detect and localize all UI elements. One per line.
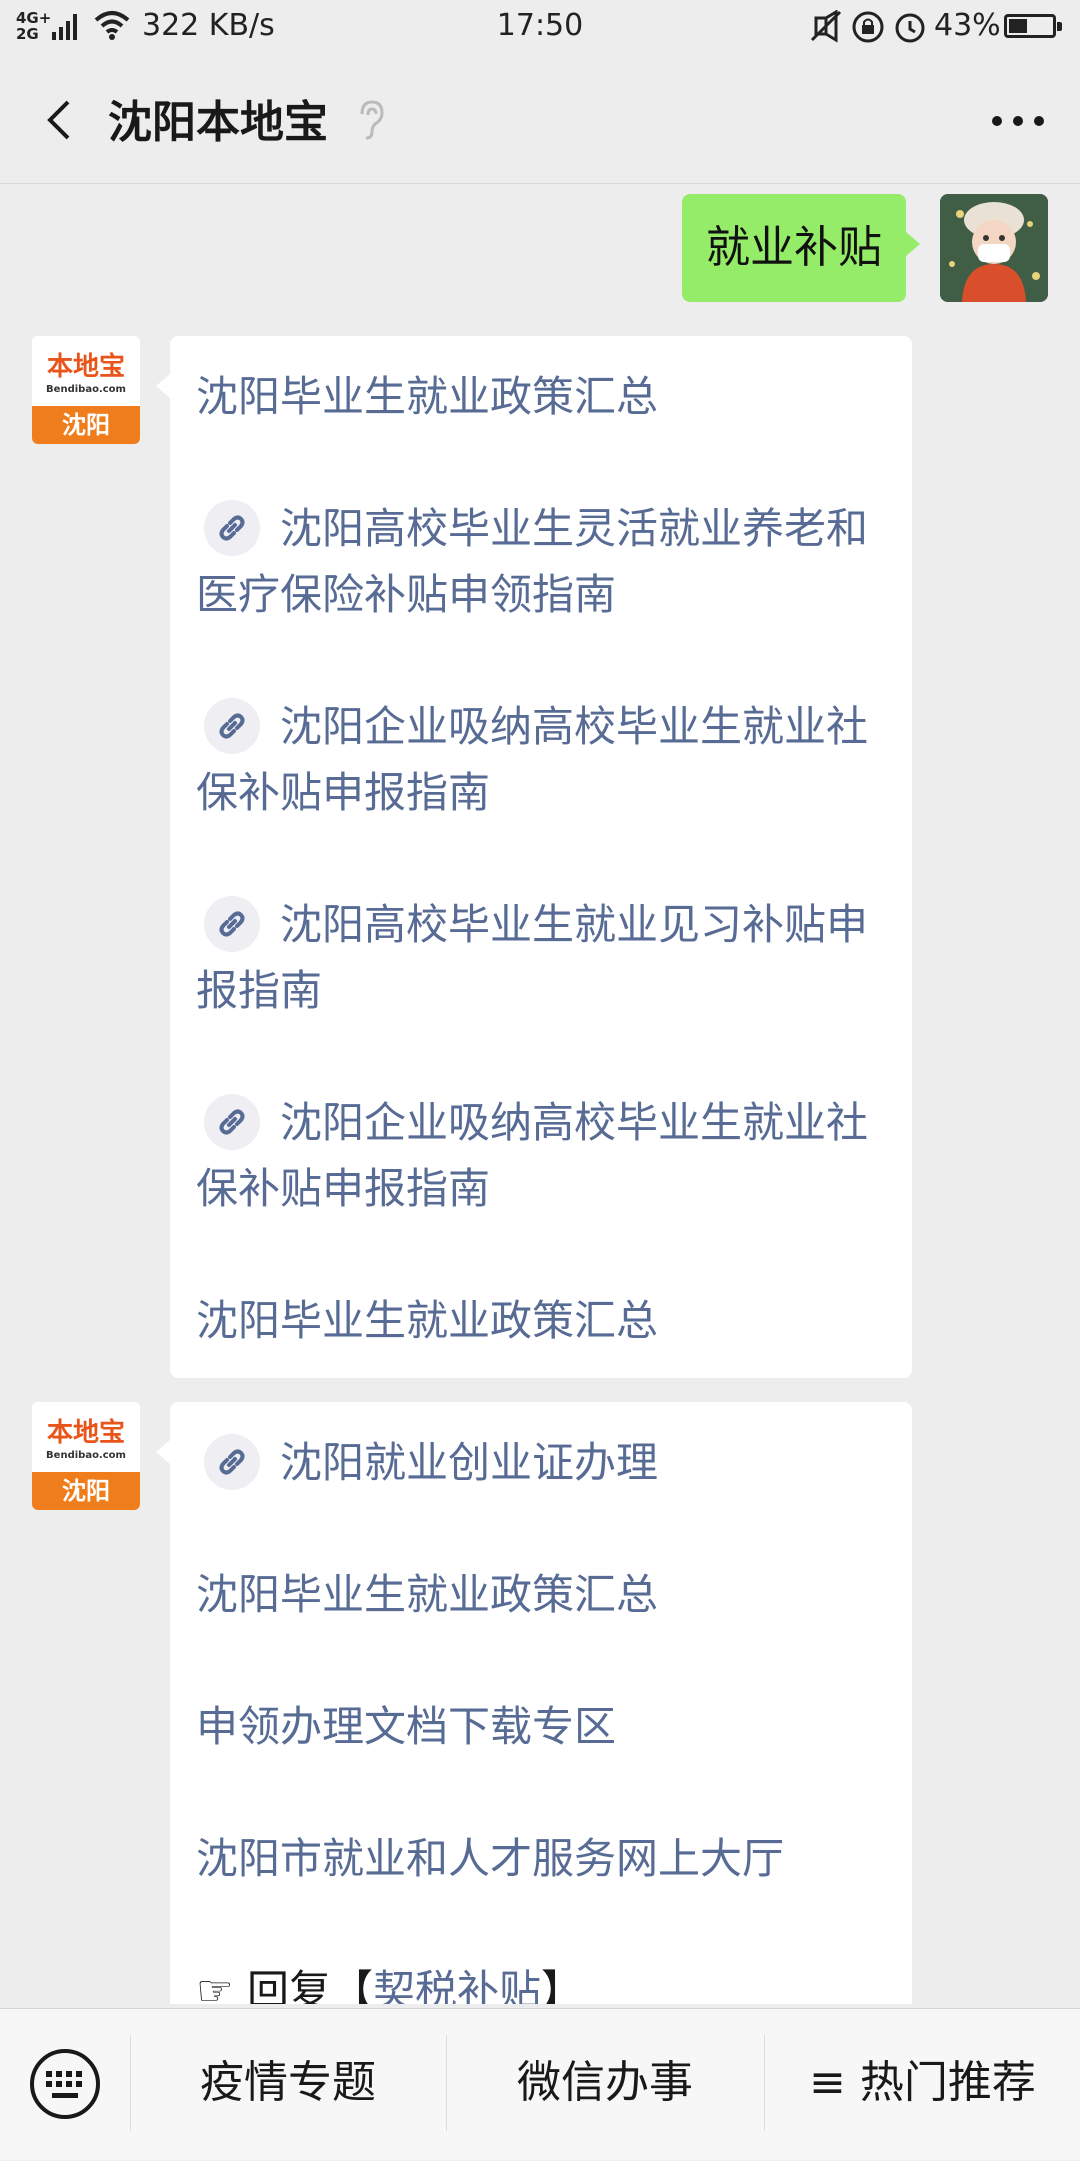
article-link[interactable]: 沈阳毕业生就业政策汇总	[196, 1288, 888, 1354]
mini-program-link[interactable]: 沈阳就业创业证办理	[196, 1430, 888, 1496]
back-arrow-icon[interactable]	[38, 96, 86, 144]
mini-program-link-icon	[204, 895, 260, 952]
page-title: 沈阳本地宝	[108, 97, 328, 148]
avatar-brand-text: 本地宝	[46, 352, 125, 382]
mini-program-link[interactable]: 沈阳企业吸纳高校毕业生就业社保补贴申报指南	[196, 694, 888, 826]
status-bar: 4G+ 2G 322 KB/s 17:50 43%	[0, 0, 1080, 56]
link-svg	[219, 515, 245, 540]
article-link[interactable]: 沈阳市就业和人才服务网上大厅	[196, 1826, 888, 1892]
ear-mode-icon	[360, 100, 384, 140]
mini-program-link-icon	[204, 697, 260, 754]
article-link[interactable]: 沈阳毕业生就业政策汇总	[196, 364, 888, 430]
avatar-brand-text: 本地宝	[46, 1418, 125, 1448]
article-link[interactable]: 沈阳毕业生就业政策汇总	[196, 1562, 888, 1628]
battery-icon	[1004, 14, 1062, 38]
bot-avatar[interactable]: 本地宝 Bendibao.com 沈阳	[32, 1402, 140, 1510]
more-options-button[interactable]	[992, 108, 1044, 132]
status-icons	[810, 10, 925, 43]
link-svg	[219, 713, 245, 738]
menu-hot-recommendations[interactable]: ≡ 热门推荐	[765, 2009, 1080, 2161]
user-avatar-illustration	[940, 194, 1048, 302]
bot-avatar[interactable]: 本地宝 Bendibao.com 沈阳	[32, 336, 140, 444]
link-text: 沈阳企业吸纳高校毕业生就业社保补贴申报指南	[196, 1098, 869, 1213]
mute-icon	[810, 10, 842, 43]
link-text: 沈阳毕业生就业政策汇总	[196, 1570, 659, 1619]
mini-program-link[interactable]: 沈阳高校毕业生就业见习补贴申报指南	[196, 892, 888, 1024]
lock-rotation-icon	[852, 11, 884, 43]
user-avatar[interactable]	[940, 194, 1048, 302]
avatar-city-text: 沈阳	[32, 406, 140, 444]
reply-hint: ☞ 回复【契税补贴】	[196, 1958, 888, 2004]
bot-message-bubble: 沈阳毕业生就业政策汇总 沈阳高校毕业生灵活就业养老和医疗保险补贴申领指南 沈阳企业吸…	[156, 336, 912, 1378]
article-link[interactable]: 申领办理文档下载专区	[196, 1694, 888, 1760]
mini-program-link-icon	[204, 499, 260, 556]
bot-message-bubble: 沈阳就业创业证办理沈阳毕业生就业政策汇总 申领办理文档下载专区沈阳市就业和人才服务…	[156, 1402, 912, 2004]
battery-percent: 43%	[934, 8, 1001, 43]
menu-epidemic-topic[interactable]: 疫情专题	[131, 2009, 445, 2161]
link-text: 沈阳高校毕业生灵活就业养老和医疗保险补贴申领指南	[196, 504, 869, 619]
chat-header: 沈阳本地宝	[0, 56, 1080, 184]
link-text: 申领办理文档下载专区	[196, 1702, 617, 1751]
avatar-city-text: 沈阳	[32, 1472, 140, 1510]
link-svg	[219, 1449, 245, 1474]
mini-program-link[interactable]: 沈阳企业吸纳高校毕业生就业社保补贴申报指南	[196, 1090, 888, 1222]
user-message-bubble[interactable]: 就业补贴	[682, 194, 920, 302]
link-text: 沈阳毕业生就业政策汇总	[196, 372, 659, 421]
link-text: 沈阳市就业和人才服务网上大厅	[196, 1834, 785, 1883]
avatar-url-text: Bendibao.com	[46, 384, 126, 395]
reply-keyword-link[interactable]: 契税补贴	[373, 1966, 541, 2004]
avatar-url-text: Bendibao.com	[46, 1450, 126, 1461]
link-text: 沈阳就业创业证办理	[280, 1438, 659, 1487]
reply-hint-prefix: ☞ 回复【	[196, 1966, 374, 2004]
link-svg	[219, 1109, 245, 1134]
menu-wechat-services[interactable]: 微信办事	[447, 2009, 763, 2161]
alarm-icon	[895, 13, 925, 43]
keyboard-icon[interactable]	[28, 2047, 102, 2121]
link-text: 沈阳高校毕业生就业见习补贴申报指南	[196, 900, 869, 1015]
link-text: 沈阳企业吸纳高校毕业生就业社保补贴申报指南	[196, 702, 869, 817]
reply-hint-suffix: 】	[541, 1966, 584, 2004]
mini-program-link-icon	[204, 1093, 260, 1150]
link-text: 沈阳毕业生就业政策汇总	[196, 1296, 659, 1345]
link-svg	[219, 911, 245, 936]
mini-program-link-icon	[204, 1433, 260, 1490]
mini-program-link[interactable]: 沈阳高校毕业生灵活就业养老和医疗保险补贴申领指南	[196, 496, 888, 628]
bottom-menu-bar: 疫情专题 微信办事 ≡ 热门推荐	[0, 2008, 1080, 2160]
chat-area[interactable]: 就业补贴 本地宝 Bendibao.com 沈阳 沈阳毕业生就业政策汇总 沈阳高校…	[0, 184, 1080, 2004]
